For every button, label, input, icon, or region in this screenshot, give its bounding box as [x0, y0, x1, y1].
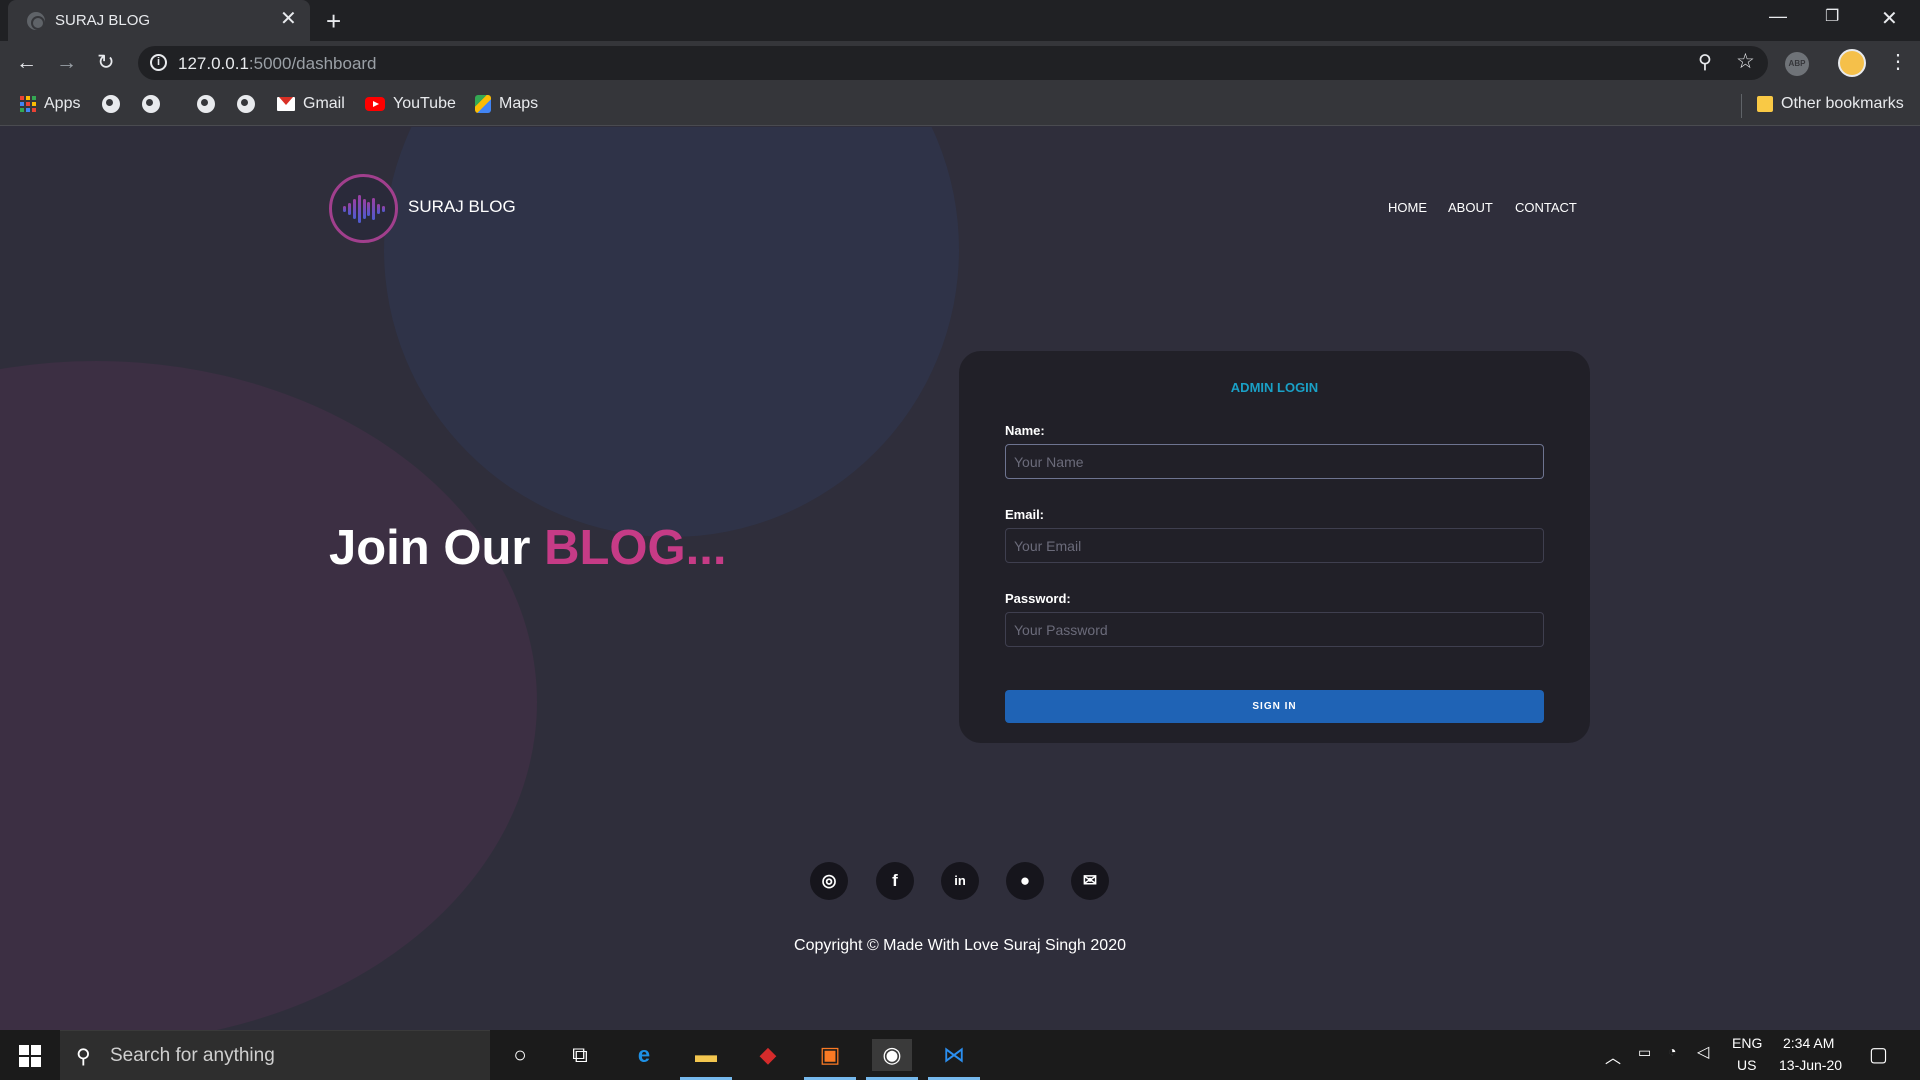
volume-icon[interactable]: ◁: [1697, 1042, 1709, 1062]
globe-icon: [237, 95, 255, 113]
other-bookmarks[interactable]: Other bookmarks: [1757, 95, 1904, 113]
facebook-icon[interactable]: f: [876, 862, 914, 900]
task-view-icon[interactable]: ⧉: [560, 1039, 600, 1071]
restore-icon[interactable]: ❐: [1825, 6, 1839, 26]
info-icon[interactable]: i: [150, 54, 167, 71]
admin-login-card: ADMIN LOGIN Name: Email: Password: SIGN …: [959, 351, 1590, 743]
sound-wave-icon: [343, 195, 385, 223]
name-input[interactable]: [1005, 444, 1544, 479]
linkedin-icon[interactable]: in: [941, 862, 979, 900]
adblock-extension-icon[interactable]: ABP: [1785, 52, 1809, 76]
maps-icon: [475, 95, 491, 113]
language-top[interactable]: ENG: [1732, 1035, 1762, 1051]
bookmark-globe-1[interactable]: [102, 95, 120, 113]
github-icon[interactable]: ●: [1006, 862, 1044, 900]
edge-icon[interactable]: e: [624, 1039, 664, 1071]
taskbar-search[interactable]: ⚲ Search for anything: [60, 1030, 490, 1080]
globe-icon: [102, 95, 120, 113]
bookmark-globe-2[interactable]: [142, 95, 160, 113]
search-icon: ⚲: [76, 1046, 91, 1068]
sign-in-button[interactable]: SIGN IN: [1005, 690, 1544, 723]
battery-icon[interactable]: ▭: [1638, 1044, 1651, 1061]
windows-taskbar: ⚲ Search for anything ○ ⧉ e ▬ ◆ ▣ ◉ ⋈ ︿ …: [0, 1030, 1920, 1080]
email-input[interactable]: [1005, 528, 1544, 563]
bookmarks-divider: [1741, 94, 1742, 118]
network-icon[interactable]: ◔: [1668, 1043, 1676, 1059]
password-label: Password:: [1005, 591, 1071, 606]
taskbar-search-placeholder: Search for anything: [110, 1045, 275, 1066]
login-title: ADMIN LOGIN: [1230, 380, 1319, 395]
copyright-text: Copyright © Made With Love Suraj Singh 2…: [794, 937, 1126, 954]
file-explorer-icon[interactable]: ▬: [680, 1039, 732, 1080]
web-page: SURAJ BLOG HOME ABOUT CONTACT Join Our B…: [0, 127, 1920, 1030]
bookmarks-bar: Apps Gmail YouTube Maps Other bookmarks: [0, 86, 1920, 126]
bookmark-apps[interactable]: Apps: [20, 95, 80, 113]
bookmark-youtube[interactable]: YouTube: [365, 95, 456, 113]
profile-avatar[interactable]: [1838, 49, 1866, 77]
xampp-icon[interactable]: ▣: [804, 1039, 856, 1080]
browser-tab[interactable]: SURAJ BLOG ✕: [8, 0, 310, 41]
nav-about[interactable]: ABOUT: [1448, 200, 1493, 215]
youtube-icon: [365, 97, 385, 111]
close-window-icon[interactable]: ✕: [1881, 6, 1898, 31]
browser-tab-bar: SURAJ BLOG ✕ + — ❐ ✕: [0, 0, 1920, 41]
minimize-icon[interactable]: —: [1769, 6, 1787, 27]
email-label: Email:: [1005, 507, 1045, 522]
globe-icon: [27, 12, 45, 30]
brand-name[interactable]: SURAJ BLOG: [408, 197, 516, 217]
url-text[interactable]: 127.0.0.1:5000/dashboard: [178, 54, 377, 74]
gmail-icon: [277, 97, 295, 111]
close-tab-icon[interactable]: ✕: [280, 8, 297, 30]
vscode-icon[interactable]: ⋈: [928, 1039, 980, 1080]
globe-icon: [142, 95, 160, 113]
notifications-icon[interactable]: ▢: [1869, 1042, 1888, 1067]
bookmark-gmail[interactable]: Gmail: [277, 95, 345, 113]
language-bottom[interactable]: US: [1737, 1057, 1756, 1073]
tray-chevron-icon[interactable]: ︿: [1605, 1044, 1621, 1068]
cortana-icon[interactable]: ○: [500, 1039, 540, 1071]
instagram-icon[interactable]: ◎: [810, 862, 848, 900]
hero-heading: Join Our BLOG...: [329, 521, 727, 575]
apps-grid-icon: [20, 96, 36, 112]
forward-icon[interactable]: →: [56, 51, 77, 75]
browser-toolbar: ← → ↻ i 127.0.0.1:5000/dashboard ⚲ ☆ ABP…: [0, 41, 1920, 86]
bookmark-globe-4[interactable]: [237, 95, 255, 113]
nav-home[interactable]: HOME: [1388, 200, 1427, 215]
chrome-icon[interactable]: ◉: [866, 1039, 918, 1080]
nav-contact[interactable]: CONTACT: [1515, 200, 1577, 215]
mail-icon[interactable]: ✉: [1071, 862, 1109, 900]
bookmark-star-icon[interactable]: ☆: [1736, 49, 1755, 74]
background-circle-blue: [384, 127, 959, 537]
tab-title: SURAJ BLOG: [55, 12, 151, 29]
clock-date[interactable]: 13-Jun-20: [1779, 1057, 1842, 1073]
new-tab-button[interactable]: +: [326, 6, 341, 37]
background-circle-purple: [0, 361, 537, 1030]
name-label: Name:: [1005, 423, 1045, 438]
windows-start-icon[interactable]: [19, 1045, 41, 1067]
menu-kebab-icon[interactable]: ⋮: [1888, 49, 1908, 74]
bookmark-globe-3[interactable]: [197, 95, 215, 113]
globe-icon: [197, 95, 215, 113]
reload-icon[interactable]: ↻: [97, 51, 115, 75]
password-input[interactable]: [1005, 612, 1544, 647]
app-icon[interactable]: ◆: [748, 1039, 788, 1071]
address-bar[interactable]: i 127.0.0.1:5000/dashboard ⚲ ☆: [138, 46, 1768, 80]
site-logo[interactable]: [329, 174, 398, 243]
folder-icon: [1757, 96, 1773, 112]
zoom-icon[interactable]: ⚲: [1698, 51, 1712, 74]
bookmark-maps[interactable]: Maps: [475, 95, 538, 113]
back-icon[interactable]: ←: [16, 51, 37, 75]
clock-time[interactable]: 2:34 AM: [1783, 1035, 1834, 1051]
